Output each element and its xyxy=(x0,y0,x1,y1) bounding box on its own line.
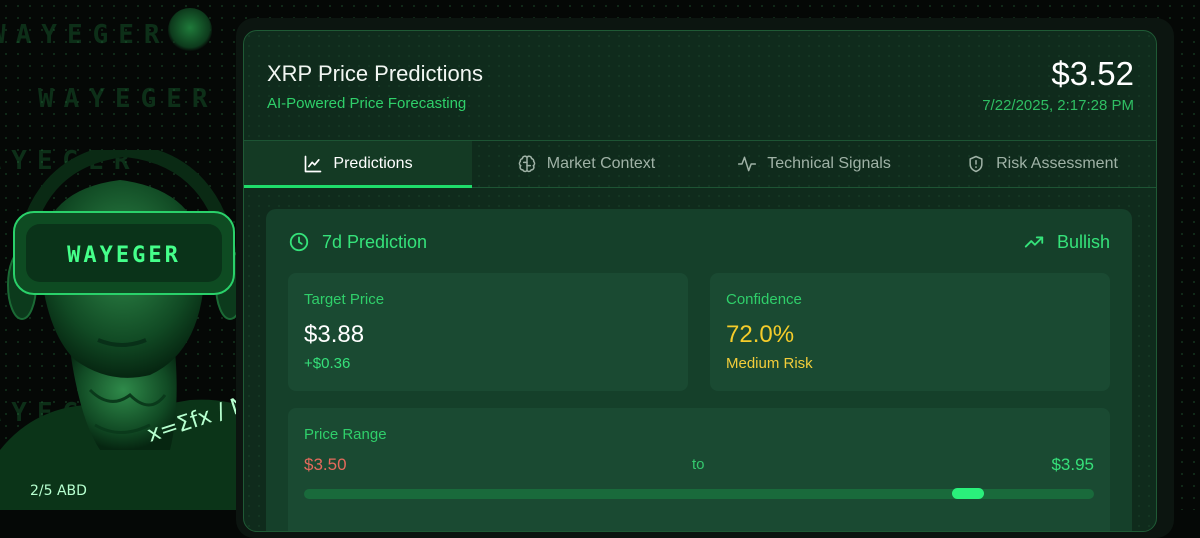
price-range-separator: to xyxy=(692,456,705,473)
line-chart-icon xyxy=(305,155,322,173)
tab-predictions[interactable]: Predictions xyxy=(244,141,472,188)
trend-indicator: Bullish xyxy=(1023,231,1110,253)
last-updated-timestamp: 7/22/2025, 2:17:28 PM xyxy=(982,97,1134,114)
target-price-value: $3.88 xyxy=(304,321,365,348)
panel-header: XRP Price Predictions AI-Powered Price F… xyxy=(244,31,1156,141)
tab-label: Technical Signals xyxy=(767,155,891,172)
tab-risk-assessment[interactable]: Risk Assessment xyxy=(928,141,1156,187)
target-price-change: +$0.36 xyxy=(304,355,351,372)
tab-bar: Predictions Market Context Technical Sig… xyxy=(244,140,1156,188)
trend-label: Bullish xyxy=(1056,231,1110,252)
price-range-high: $3.95 xyxy=(1051,455,1094,474)
price-range-marker xyxy=(951,488,984,499)
clock-icon xyxy=(289,232,309,252)
tab-market-context[interactable]: Market Context xyxy=(472,141,700,187)
tab-technical-signals[interactable]: Technical Signals xyxy=(700,141,928,187)
target-price-card: Target Price $3.88 +$0.36 xyxy=(288,273,688,391)
background-brand-text: WAYEGER xyxy=(0,20,170,50)
risk-level: Medium Risk xyxy=(726,355,813,372)
trending-up-icon xyxy=(1024,236,1044,248)
tab-label: Market Context xyxy=(546,155,656,172)
tab-label: Risk Assessment xyxy=(996,155,1118,172)
activity-pulse-icon xyxy=(738,156,757,172)
page-subtitle: AI-Powered Price Forecasting xyxy=(267,95,467,112)
background-brand-text: WAYEGER xyxy=(38,84,218,114)
headset-brand-text: WAYEGER xyxy=(67,243,181,268)
price-range-bar xyxy=(304,488,1094,499)
current-price: $3.52 xyxy=(1051,55,1134,92)
prediction-horizon-label: 7d Prediction xyxy=(322,231,428,252)
page-title: XRP Price Predictions xyxy=(267,61,484,86)
target-price-label: Target Price xyxy=(304,291,385,308)
brain-icon xyxy=(518,155,536,173)
prediction-horizon: 7d Prediction xyxy=(288,231,427,253)
math-doodle-text: 2/5 ABD xyxy=(30,483,87,499)
prediction-panel: XRP Price Predictions AI-Powered Price F… xyxy=(243,30,1157,532)
prediction-card: 7d Prediction Bullish Target Price $3.88… xyxy=(266,209,1132,531)
background-logo xyxy=(168,8,212,52)
confidence-label: Confidence xyxy=(726,291,802,308)
confidence-card: Confidence 72.0% Medium Risk xyxy=(710,273,1110,391)
price-range-card: Price Range $3.50 to $3.95 xyxy=(288,408,1110,531)
price-range-low: $3.50 xyxy=(304,455,347,474)
price-range-label: Price Range xyxy=(304,426,387,443)
confidence-value: 72.0% xyxy=(726,321,795,348)
shield-icon xyxy=(969,155,983,173)
tab-label: Predictions xyxy=(333,155,413,172)
